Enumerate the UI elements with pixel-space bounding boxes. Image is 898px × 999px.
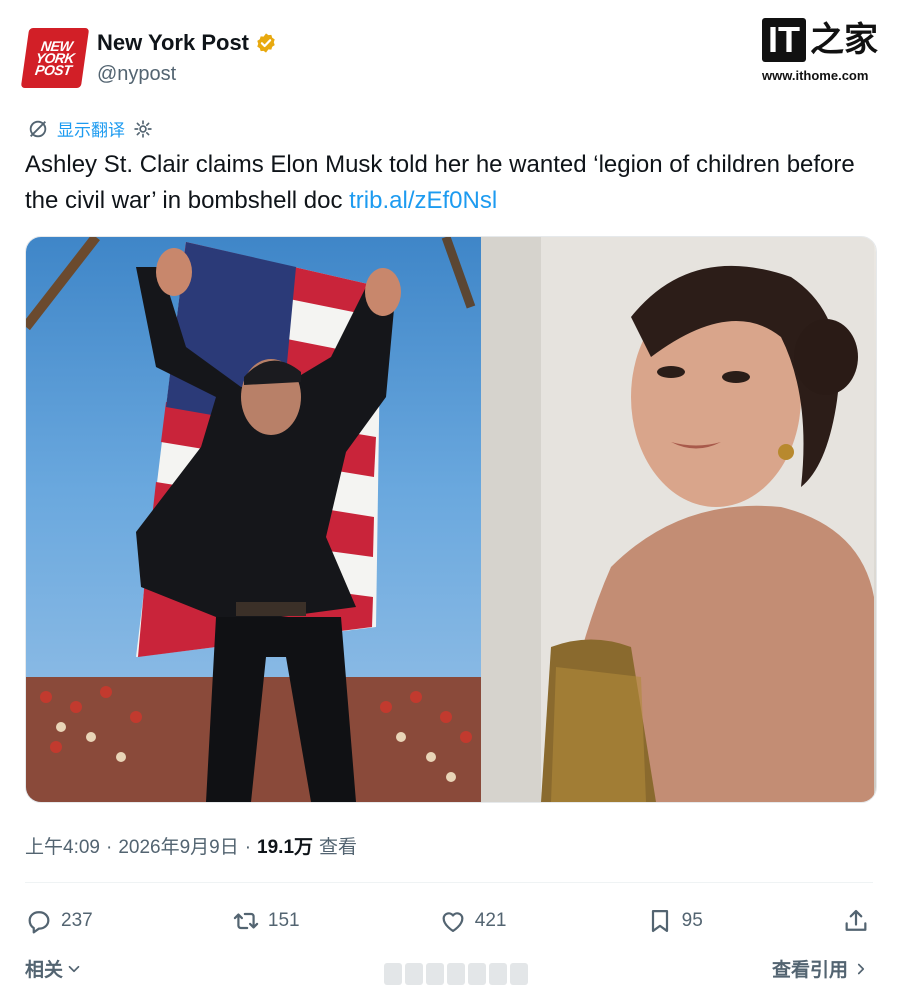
- related-toggle[interactable]: 相关: [25, 955, 83, 982]
- show-translation-row[interactable]: 显示翻译: [27, 116, 153, 141]
- reply-icon: [28, 911, 50, 934]
- view-quotes-label: 查看引用: [771, 960, 848, 981]
- divider: [25, 882, 873, 883]
- ithome-url: www.ithome.com: [762, 68, 869, 83]
- handle[interactable]: @nypost: [97, 63, 176, 86]
- display-name[interactable]: New York Post: [97, 30, 249, 56]
- retweet-button[interactable]: 151: [232, 907, 300, 935]
- share-icon: [845, 909, 867, 931]
- share-button[interactable]: [842, 907, 870, 935]
- ithome-watermark: IT 之家 www.ithome.com: [762, 18, 884, 88]
- retweet-count: 151: [267, 910, 300, 931]
- retweet-icon: [233, 912, 259, 930]
- reply-button[interactable]: 237: [25, 907, 93, 935]
- bookmark-button[interactable]: 95: [646, 907, 703, 935]
- no-translate-icon: [29, 120, 47, 137]
- reply-count: 237: [61, 910, 93, 931]
- like-button[interactable]: 421: [439, 907, 507, 935]
- views-label: 查看: [319, 837, 358, 858]
- verified-badge-icon: [257, 33, 275, 53]
- show-translation-label[interactable]: 显示翻译: [57, 116, 125, 141]
- meta-separator: ·: [105, 837, 113, 858]
- heart-icon: [442, 912, 464, 933]
- view-quotes-link[interactable]: 查看引用: [772, 955, 870, 982]
- ithome-logo: IT 之家: [762, 18, 884, 62]
- like-count: 421: [474, 910, 507, 931]
- tweet-meta: 上午4:09 · 2026年9月9日 · 19.1万 查看: [25, 832, 357, 859]
- tweet-media[interactable]: [25, 236, 877, 803]
- tweet-text: Ashley St. Clair claims Elon Musk told h…: [25, 147, 875, 219]
- action-bar: 237 151 421 95: [25, 900, 870, 942]
- woman-portrait-photo: [481, 237, 874, 802]
- views-count: 19.1万: [257, 837, 314, 858]
- tweet-time[interactable]: 上午4:09: [25, 832, 100, 859]
- chevron-down-icon: [68, 965, 80, 972]
- bookmark-count: 95: [681, 910, 703, 931]
- photo-right[interactable]: [481, 237, 876, 802]
- man-on-stage-photo: [26, 237, 481, 802]
- meta-separator: ·: [244, 837, 252, 858]
- tweet-date[interactable]: 2026年9月9日: [118, 832, 238, 859]
- avatar-line-3: POST: [34, 62, 73, 78]
- ithome-logo-glyph: 之家: [810, 21, 878, 59]
- ithome-logo-it: IT: [762, 18, 806, 62]
- chevron-right-icon: [857, 963, 865, 974]
- blurred-content: [384, 963, 528, 985]
- tweet-link[interactable]: trib.al/zEf0Nsl: [349, 187, 497, 214]
- related-label: 相关: [25, 960, 64, 981]
- display-name-row[interactable]: New York Post: [97, 30, 277, 56]
- gear-icon[interactable]: [133, 119, 153, 139]
- avatar[interactable]: NEW YORK POST: [20, 28, 90, 88]
- photo-left[interactable]: [26, 237, 481, 802]
- bookmark-icon: [651, 909, 668, 933]
